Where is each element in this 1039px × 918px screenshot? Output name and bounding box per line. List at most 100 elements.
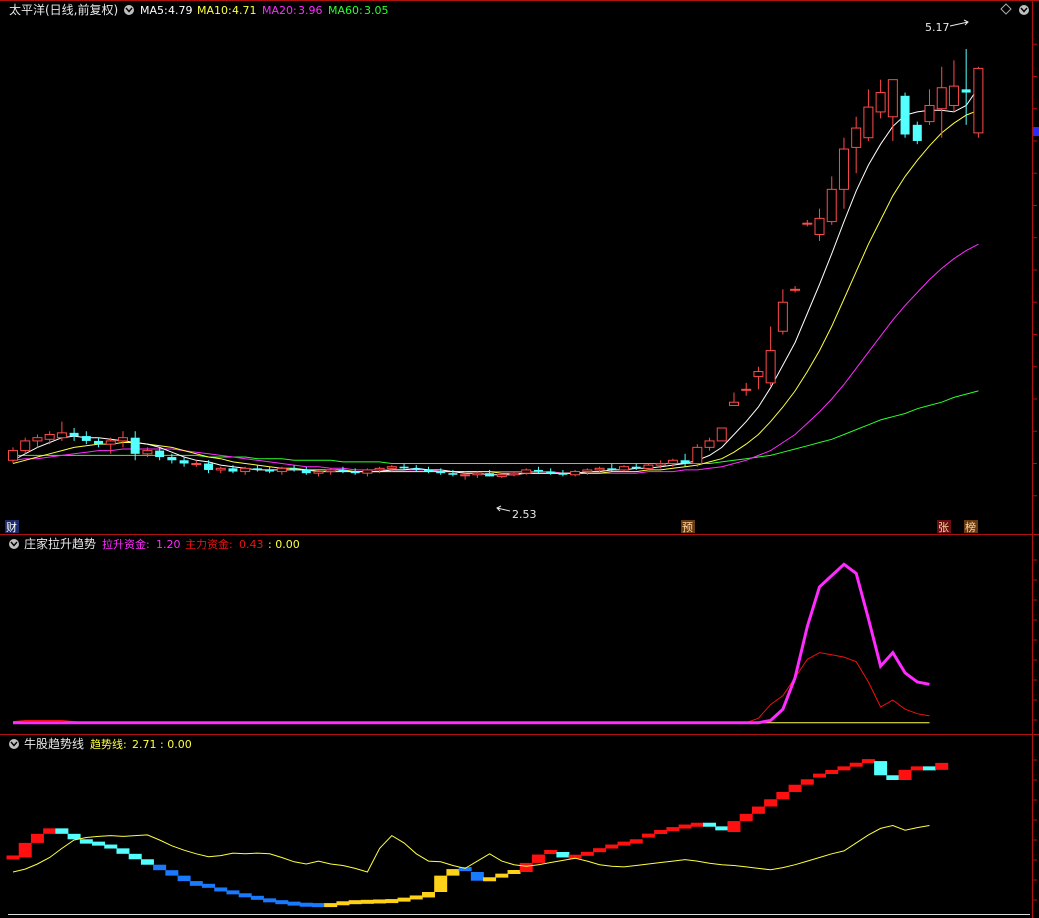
- trend-bar: [470, 872, 484, 881]
- collapse-indicator1-button[interactable]: [9, 539, 19, 549]
- candle-body-up: [753, 371, 764, 377]
- candle-body-up: [56, 432, 67, 439]
- candle-body-up: [325, 469, 336, 473]
- trend-bar: [837, 766, 851, 771]
- candle-body-down: [155, 450, 165, 458]
- candle-body-down: [912, 124, 922, 141]
- trend-bar: [556, 852, 570, 858]
- candle-body-up: [8, 450, 18, 461]
- candle-body-up: [643, 464, 654, 469]
- trend-bar: [153, 864, 167, 871]
- candle-body-up: [863, 106, 874, 139]
- ma5-label: MA5:: [140, 4, 168, 17]
- trend-bar: [800, 779, 814, 785]
- trend-line-label: 趋势线:: [90, 737, 127, 751]
- candle-body-down: [289, 468, 299, 470]
- trend-bar: [67, 833, 81, 840]
- candle-body-up: [215, 467, 226, 471]
- trend-bar: [935, 762, 949, 770]
- trend-bar: [18, 842, 32, 858]
- candle-body-up: [814, 217, 825, 235]
- trend-bar: [202, 883, 216, 888]
- candle-body-down: [448, 473, 458, 475]
- candle-body-up: [790, 288, 801, 291]
- candle-body-up: [20, 440, 31, 452]
- candle-body-up: [667, 459, 678, 464]
- trend-bar: [312, 903, 325, 908]
- trend-bar: [519, 862, 533, 872]
- candle-body-down: [94, 440, 104, 445]
- candle-body-up: [728, 401, 739, 406]
- main-panel-menu-button[interactable]: [1019, 5, 1029, 15]
- candlesticks: [8, 49, 984, 480]
- trend-bar: [360, 899, 374, 904]
- trend-bar: [226, 890, 240, 895]
- trend-bar: [128, 853, 142, 860]
- ma20-label: MA20:: [262, 4, 297, 17]
- candle-body-up: [948, 85, 959, 106]
- collapse-indicator2-circle: [9, 739, 19, 749]
- main-funds-value: 0.43: [239, 538, 264, 551]
- candle-body-down: [81, 436, 91, 441]
- candle-body-down: [130, 437, 140, 454]
- trend-bar: [104, 844, 118, 849]
- candle-body-up: [496, 474, 507, 477]
- event-badges: 财 预 张 榜: [5, 520, 978, 534]
- collapse-indicator2-button[interactable]: [9, 739, 19, 749]
- candle-body-up: [472, 472, 483, 476]
- candle-body-up: [619, 466, 629, 471]
- candle-body-up: [692, 446, 703, 464]
- trend-bar: [177, 875, 191, 882]
- candle-body-up: [826, 188, 837, 223]
- candle-body-down: [631, 466, 641, 469]
- high-price-label: 5.17: [925, 21, 950, 34]
- trend-bar: [666, 827, 680, 832]
- badge-yu[interactable]: 预: [682, 521, 693, 534]
- diamond-icon[interactable]: [1000, 3, 1012, 15]
- ma60-value: 3.05: [364, 4, 389, 17]
- panel-frames: [0, 0, 1039, 918]
- trend-bar: [6, 855, 20, 860]
- indicator1-header: 庄家拉升趋势 拉升资金: 1.20 主力资金: 0.43 : 0.00: [9, 536, 300, 551]
- collapse-main-button[interactable]: [124, 5, 134, 15]
- candle-body-up: [765, 350, 776, 384]
- trend-line: [12, 824, 930, 873]
- trend-bar: [593, 848, 607, 853]
- ma5-value: 4.79: [168, 4, 193, 17]
- trend-bar: [250, 895, 264, 900]
- trend-bar: [849, 762, 863, 767]
- candle-body-up: [802, 222, 813, 225]
- candle-body-up: [777, 301, 788, 332]
- badge-bang[interactable]: 榜: [965, 520, 976, 534]
- trend-bar: [263, 898, 277, 903]
- candle-body-up: [240, 467, 251, 473]
- low-arrow-icon: [496, 505, 511, 512]
- trend-line-value: 2.71: [132, 738, 157, 751]
- badge-zhang[interactable]: 张: [938, 521, 949, 534]
- trend-bar: [507, 870, 521, 874]
- candle-body-down: [607, 468, 617, 470]
- moving-average-lines: [12, 87, 979, 476]
- trend-bar: [43, 828, 57, 834]
- right-axis-price-marker: [1033, 127, 1039, 136]
- candle-body-down: [558, 473, 568, 475]
- candle-body-down: [338, 469, 348, 472]
- candle-body-up: [105, 440, 116, 445]
- main-funds-label: 主力资金:: [185, 537, 233, 551]
- trend-bar: [715, 826, 729, 831]
- trend-bar: [764, 799, 778, 807]
- candle-body-down: [167, 457, 177, 461]
- trend-bar: [678, 824, 692, 829]
- trend-bar: [531, 854, 545, 863]
- candle-body-up: [362, 469, 373, 474]
- indicator2-zero-line-value: : 0.00: [160, 738, 192, 751]
- trend-bar: [617, 841, 631, 846]
- trend-bar: [79, 839, 93, 844]
- low-annotation: 2.53: [496, 505, 537, 521]
- candle-body-down: [961, 89, 971, 93]
- badge-cai[interactable]: 财: [6, 520, 17, 534]
- candle-body-up: [142, 450, 153, 455]
- trend-bar: [165, 870, 179, 876]
- indicator1-lines: [12, 562, 930, 725]
- pull-funds-line: [13, 562, 930, 725]
